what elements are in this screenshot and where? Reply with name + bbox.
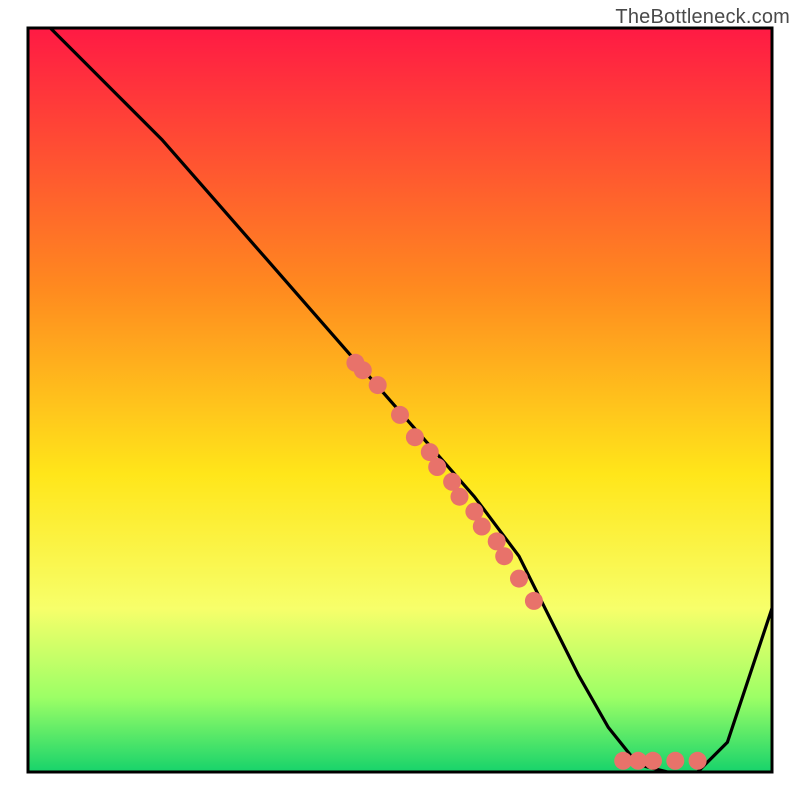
chart-container: TheBottleneck.com	[0, 0, 800, 800]
scatter-point	[666, 752, 684, 770]
watermark-text: TheBottleneck.com	[615, 6, 790, 29]
scatter-point	[689, 752, 707, 770]
scatter-point	[451, 488, 469, 506]
gradient-background	[28, 28, 772, 772]
chart-svg	[0, 0, 800, 800]
scatter-point	[354, 361, 372, 379]
scatter-point	[391, 406, 409, 424]
scatter-point	[495, 547, 513, 565]
scatter-point	[428, 458, 446, 476]
scatter-point	[473, 518, 491, 536]
scatter-point	[406, 428, 424, 446]
scatter-point	[644, 752, 662, 770]
scatter-point	[510, 570, 528, 588]
scatter-point	[369, 376, 387, 394]
scatter-point	[525, 592, 543, 610]
